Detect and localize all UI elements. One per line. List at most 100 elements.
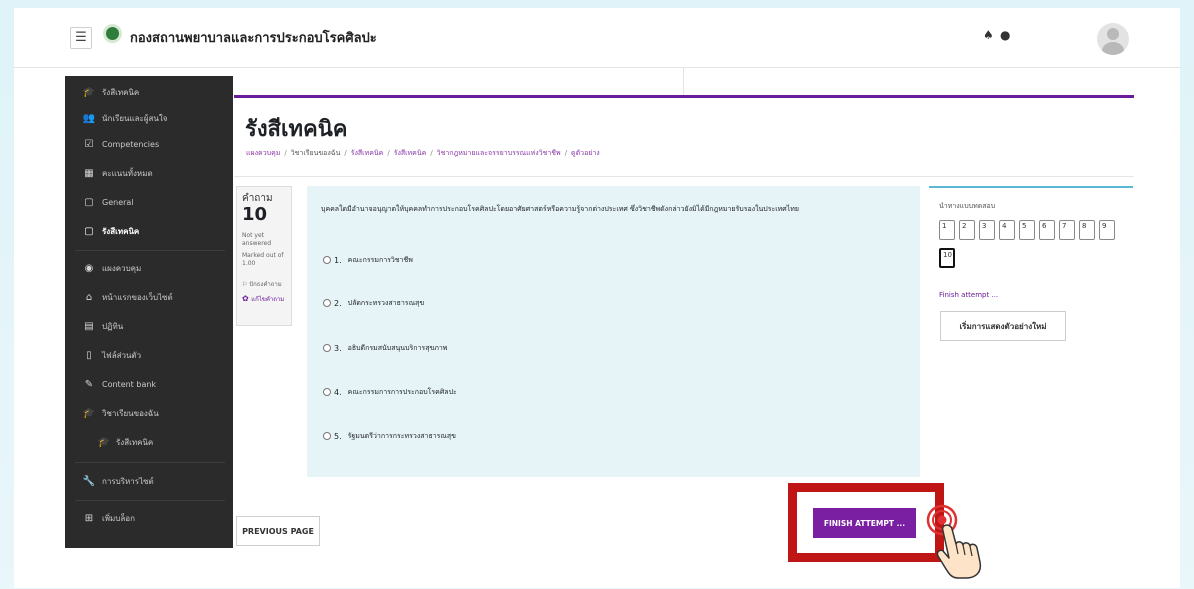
sidebar-item-label: วิชาเรียนของฉัน <box>102 408 159 418</box>
graduation-cap-icon: 🎓 <box>82 86 96 98</box>
edit-question-link[interactable]: ✿ แก้ไขคำถาม <box>242 294 284 304</box>
sidebar-item-label: คะแนนทั้งหมด <box>102 168 153 178</box>
hamburger-menu-icon[interactable]: ☰ <box>70 27 92 49</box>
breadcrumb-item[interactable]: วิชาเรียนของฉัน <box>291 149 341 157</box>
breadcrumb-item[interactable]: ดูตัวอย่าง <box>571 149 600 157</box>
sidebar-item-course[interactable]: 🎓 รังสีเทคนิค <box>65 80 233 104</box>
sidebar-item-participants[interactable]: 👥 นักเรียนและผู้สนใจ <box>65 106 233 130</box>
radio-button[interactable] <box>323 432 331 440</box>
sidebar-item-label: การบริหารไซต์ <box>102 476 154 486</box>
calendar-icon: ▤ <box>84 320 94 332</box>
answer-label: คณะกรรมการวิชาชีพ <box>347 255 413 264</box>
sidebar-item-site-admin[interactable]: 🔧 การบริหารไซต์ <box>65 469 233 493</box>
sidebar-divider <box>75 462 225 463</box>
question-grade: Marked out of 1.00 <box>242 252 284 267</box>
sidebar-item-label: เพิ่มบล็อก <box>102 513 135 523</box>
answer-option-2[interactable]: 2. ปลัดกระทรวงสาธารณสุข <box>323 296 424 310</box>
sidebar-item-label: นักเรียนและผู้สนใจ <box>102 113 168 123</box>
site-name[interactable]: กองสถานพยาบาลและการประกอบโรคศิลปะ <box>130 27 377 48</box>
radio-button[interactable] <box>323 299 331 307</box>
header-divider <box>683 68 684 95</box>
quiz-nav-button[interactable]: 6 <box>1039 220 1055 240</box>
page-title: รังสีเทคนิค <box>245 117 348 142</box>
sidebar-item-my-courses[interactable]: 🎓 วิชาเรียนของฉัน <box>65 401 233 425</box>
radio-button[interactable] <box>323 256 331 264</box>
quiz-navigation-title: นำทางแบบทดสอบ <box>939 202 996 210</box>
folder-icon: ▢ <box>84 225 94 237</box>
wrench-icon: 🔧 <box>82 475 96 487</box>
app-frame: ☰ กองสถานพยาบาลและการประกอบโรคศิลปะ ♠ ● … <box>14 8 1180 588</box>
sidebar-item-label: หน้าแรกของเว็บไซต์ <box>102 292 173 302</box>
restart-preview-button[interactable]: เริ่มการแสดงตัวอย่างใหม่ <box>940 311 1066 341</box>
breadcrumb-item[interactable]: แผงควบคุม <box>246 149 280 157</box>
sidebar-item-label: General <box>102 197 134 207</box>
sidebar-item-section[interactable]: ▢ รังสีเทคนิค <box>65 219 233 243</box>
sidebar-item-label: รังสีเทคนิค <box>102 226 140 236</box>
sidebar-item-label: ไฟล์ส่วนตัว <box>102 350 142 360</box>
answer-option-4[interactable]: 4. คณะกรรมการการประกอบโรคศิลปะ <box>323 385 457 399</box>
quiz-nav-button[interactable]: 5 <box>1019 220 1035 240</box>
sidebar-item-add-block[interactable]: ⊞ เพิ่มบล็อก <box>65 506 233 530</box>
gear-icon: ✿ <box>242 294 252 303</box>
breadcrumb-item[interactable]: รังสีเทคนิค <box>351 149 384 157</box>
sidebar-item-label: Competencies <box>102 139 160 149</box>
sidebar-item-content-bank[interactable]: ✎ Content bank <box>65 372 233 396</box>
home-icon: ⌂ <box>85 291 93 303</box>
finish-attempt-link[interactable]: Finish attempt ... <box>939 291 998 299</box>
content-accent-line <box>234 95 1134 98</box>
graduation-cap-icon: 🎓 <box>97 436 111 448</box>
site-logo-icon[interactable] <box>103 24 122 43</box>
sidebar-item-dashboard[interactable]: ◉ แผงควบคุม <box>65 256 233 280</box>
sidebar-item-label: ปฏิทิน <box>102 321 124 331</box>
chat-icon[interactable]: ● <box>1000 28 1010 42</box>
sidebar-item-grades[interactable]: ▦ คะแนนทั้งหมด <box>65 161 233 185</box>
question-number: 10 <box>242 204 268 225</box>
graduation-cap-icon: 🎓 <box>82 407 96 419</box>
question-state: Not yet answered <box>242 232 272 247</box>
answer-option-1[interactable]: 1. คณะกรรมการวิชาชีพ <box>323 253 413 267</box>
avatar[interactable] <box>1097 23 1129 55</box>
answer-label: ปลัดกระทรวงสาธารณสุข <box>347 298 425 307</box>
quiz-nav-button[interactable]: 8 <box>1079 220 1095 240</box>
sidebar-item-private-files[interactable]: ▯ ไฟล์ส่วนตัว <box>65 343 233 367</box>
sidebar-item-label: Content bank <box>102 379 157 389</box>
sidebar-divider <box>75 500 225 501</box>
breadcrumb-item[interactable]: วิชากฎหมายและจรรยาบรรณแห่งวิชาชีพ <box>437 149 561 157</box>
quiz-navigation: นำทางแบบทดสอบ 1 2 3 4 5 6 7 8 9 10 Finis… <box>929 186 1133 362</box>
file-icon: ▯ <box>86 349 92 361</box>
answer-label: รัฐมนตรีว่าการกระทรวงสาธารณสุข <box>347 431 456 440</box>
quiz-nav-button[interactable]: 7 <box>1059 220 1075 240</box>
radio-button[interactable] <box>323 344 331 352</box>
previous-page-button[interactable]: PREVIOUS PAGE <box>236 516 320 546</box>
sidebar-item-calendar[interactable]: ▤ ปฏิทิน <box>65 314 233 338</box>
breadcrumb-item[interactable]: รังสีเทคนิค <box>394 149 427 157</box>
question-text: บุคคลใดมีอำนาจอนุญาตให้บุคคลทำการประกอบโ… <box>321 205 799 213</box>
pencil-icon: ✎ <box>84 378 94 390</box>
checkbox-icon: ☑ <box>84 138 94 150</box>
quiz-nav-button[interactable]: 2 <box>959 220 975 240</box>
top-navbar: ☰ กองสถานพยาบาลและการประกอบโรคศิลปะ ♠ ● <box>14 8 1180 68</box>
sidebar-item-course-sub[interactable]: 🎓 รังสีเทคนิค <box>65 430 233 454</box>
sidebar-item-competencies[interactable]: ☑ Competencies <box>65 132 233 156</box>
quiz-nav-button-current[interactable]: 10 <box>939 248 955 268</box>
sidebar-item-label: แผงควบคุม <box>102 263 142 273</box>
radio-button[interactable] <box>323 388 331 396</box>
quiz-nav-button[interactable]: 9 <box>1099 220 1115 240</box>
answer-option-3[interactable]: 3. อธิบดีกรมสนับสนุนบริการสุขภาพ <box>323 341 447 355</box>
sidebar-item-general[interactable]: ▢ General <box>65 190 233 214</box>
bell-icon[interactable]: ♠ <box>983 28 994 42</box>
dashboard-icon: ◉ <box>84 262 94 274</box>
sidebar-item-site-home[interactable]: ⌂ หน้าแรกของเว็บไซต์ <box>65 285 233 309</box>
quiz-nav-button[interactable]: 4 <box>999 220 1015 240</box>
breadcrumb: แผงควบคุม / วิชาเรียนของฉัน / รังสีเทคนิค / รั… <box>246 149 600 157</box>
answer-option-5[interactable]: 5. รัฐมนตรีว่าการกระทรวงสาธารณสุข <box>323 429 456 443</box>
users-icon: 👥 <box>82 112 96 124</box>
question-info: คำถาม 10 Not yet answered Marked out of … <box>236 186 292 326</box>
sidebar-item-label: รังสีเทคนิค <box>102 87 140 97</box>
finish-attempt-button[interactable]: FINISH ATTEMPT ... <box>813 508 916 538</box>
flag-question-link[interactable]: ⚐ ปักธงคำถาม <box>242 279 282 289</box>
quiz-nav-button[interactable]: 3 <box>979 220 995 240</box>
answer-label: อธิบดีกรมสนับสนุนบริการสุขภาพ <box>347 343 448 352</box>
quiz-nav-button[interactable]: 1 <box>939 220 955 240</box>
header-rule <box>234 176 1134 177</box>
